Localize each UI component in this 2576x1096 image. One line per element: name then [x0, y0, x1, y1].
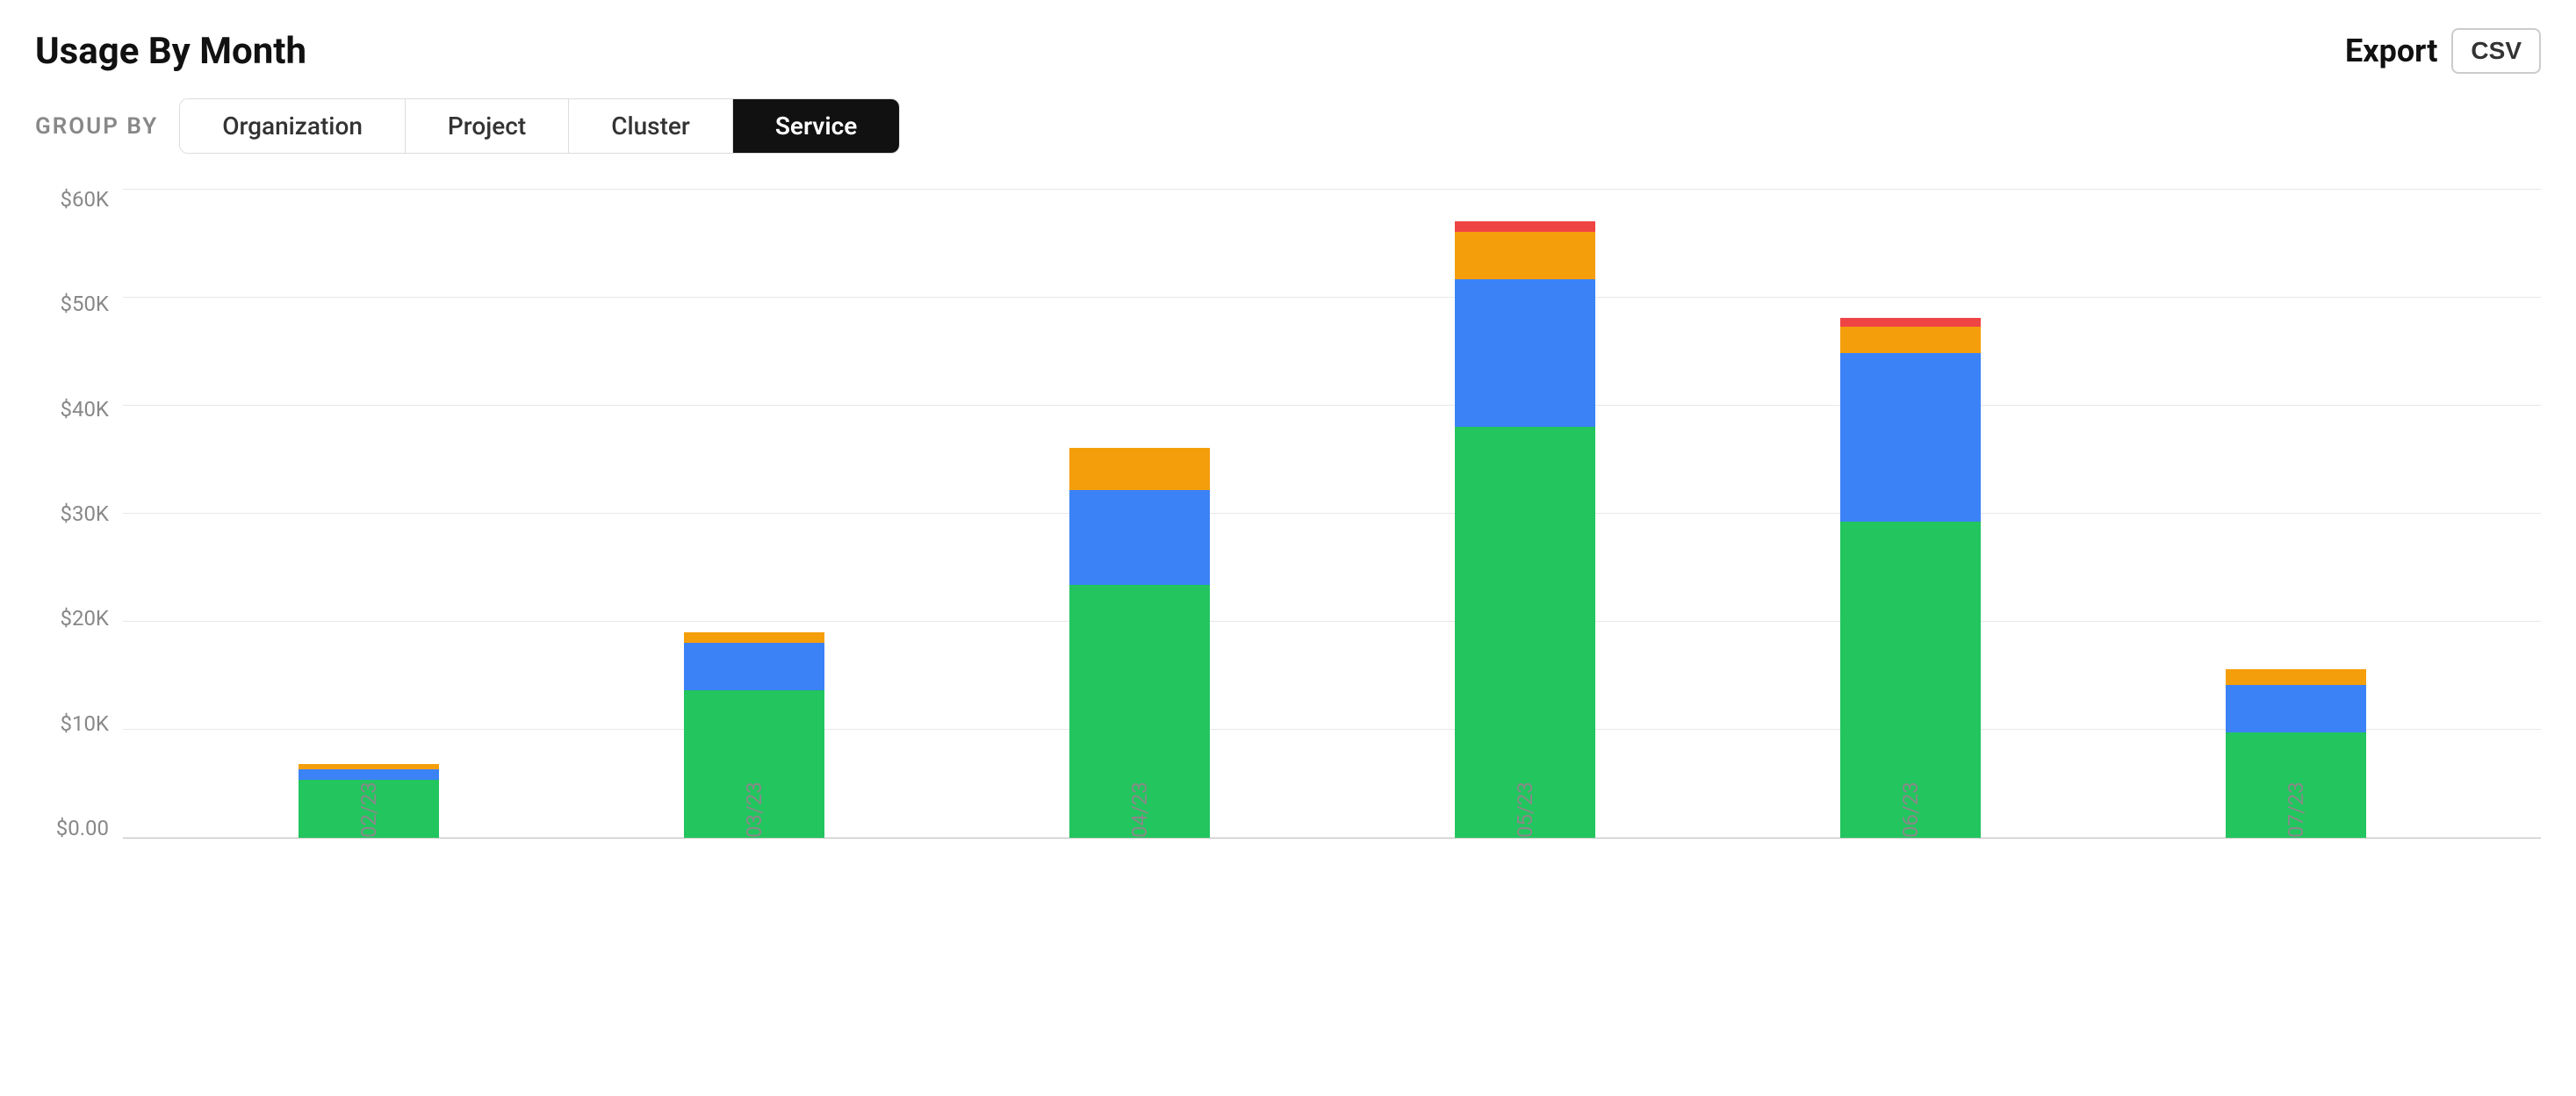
x-labels: 02/23 03/23 04/23 05/23 06/23 07/23: [176, 768, 2488, 838]
chart-container: $0.00 $10K $20K $30K $40K $50K $60K 02/23 03/23…: [35, 189, 2541, 909]
bar-stack: [1840, 318, 1981, 838]
bars-area: [176, 189, 2488, 838]
page-header: Usage By Month Export CSV: [35, 28, 2541, 74]
chart-area: 02/23 03/23 04/23 05/23 06/23 07/23: [123, 189, 2541, 839]
tab-organization[interactable]: Organization: [180, 99, 406, 153]
tab-cluster[interactable]: Cluster: [569, 99, 733, 153]
bar-segment: [1455, 279, 1595, 427]
bar-segment: [1840, 353, 1981, 522]
x-axis-label: 03/23: [742, 776, 766, 838]
y-axis: $0.00 $10K $20K $30K $40K $50K $60K: [35, 189, 123, 839]
tab-project[interactable]: Project: [406, 99, 569, 153]
group-by-tabs: Organization Project Cluster Service: [179, 98, 900, 154]
x-axis-label: 05/23: [1513, 776, 1537, 838]
y-axis-label: $50K: [35, 293, 123, 314]
bar-segment: [1455, 221, 1595, 232]
bar-segment: [2226, 685, 2366, 732]
y-axis-label: $10K: [35, 713, 123, 734]
export-area: Export CSV: [2345, 28, 2541, 74]
bar-group: [1840, 318, 1981, 838]
y-axis-label: $30K: [35, 503, 123, 524]
x-axis-label: 07/23: [2284, 776, 2308, 838]
x-axis-label: 04/23: [1127, 776, 1152, 838]
bar-segment: [684, 643, 824, 690]
tab-service[interactable]: Service: [733, 99, 899, 153]
bar-stack: [1455, 221, 1595, 838]
bar-group: [1455, 221, 1595, 838]
bar-segment: [1069, 448, 1210, 490]
export-label: Export: [2345, 32, 2437, 69]
y-axis-label: $60K: [35, 189, 123, 210]
bar-segment: [1840, 327, 1981, 353]
bar-segment: [1069, 490, 1210, 585]
x-axis-label: 02/23: [356, 776, 381, 838]
y-axis-label: $0.00: [35, 818, 123, 839]
bar-segment: [1455, 232, 1595, 279]
csv-button[interactable]: CSV: [2451, 28, 2541, 74]
bar-segment: [1840, 318, 1981, 327]
x-axis-label: 06/23: [1898, 776, 1923, 838]
bar-segment: [684, 632, 824, 643]
y-axis-label: $20K: [35, 608, 123, 629]
y-axis-label: $40K: [35, 399, 123, 420]
page-title: Usage By Month: [35, 30, 306, 73]
group-by-row: GROUP BY Organization Project Cluster Se…: [35, 98, 2541, 154]
group-by-label: GROUP BY: [35, 113, 158, 140]
bar-segment: [2226, 669, 2366, 685]
